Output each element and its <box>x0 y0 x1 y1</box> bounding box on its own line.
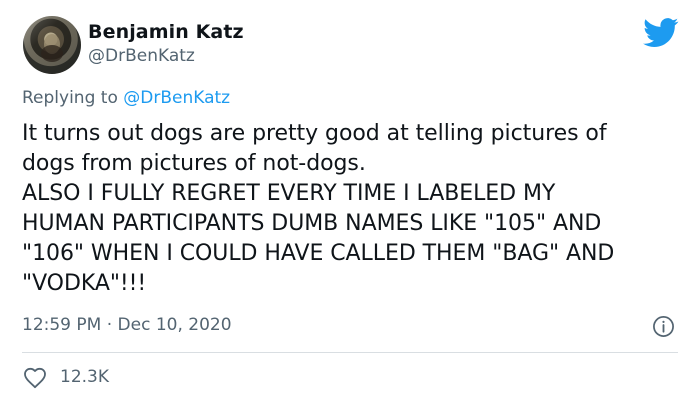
like-count[interactable]: 12.3K <box>60 366 109 388</box>
info-circle-icon[interactable] <box>652 315 675 338</box>
twitter-bird-icon[interactable] <box>643 18 679 48</box>
tweet-date[interactable]: Dec 10, 2020 <box>118 315 232 335</box>
tweet-text-line: It turns out dogs are pretty good at tel… <box>22 121 607 146</box>
tweet-time[interactable]: 12:59 PM <box>22 315 101 335</box>
avatar-shading <box>23 16 81 74</box>
tweet-text-line: dogs from pictures of not-dogs. <box>22 151 366 176</box>
heart-outline-icon[interactable] <box>23 367 47 389</box>
tweet-text: It turns out dogs are pretty good at tel… <box>22 119 677 299</box>
reply-handle-link[interactable]: @DrBenKatz <box>123 88 230 108</box>
tweet-card: Benjamin Katz @DrBenKatz Replying to @Dr… <box>0 0 700 406</box>
tweet-text-line: ALSO I FULLY REGRET EVERY TIME I LABELED… <box>22 181 556 206</box>
author-handle[interactable]: @DrBenKatz <box>88 45 195 67</box>
meta-separator: · <box>101 315 118 335</box>
divider <box>22 352 678 353</box>
reply-context: Replying to @DrBenKatz <box>22 87 230 109</box>
reply-prefix: Replying to <box>22 88 124 108</box>
author-name[interactable]: Benjamin Katz <box>88 21 244 44</box>
avatar[interactable] <box>23 16 81 74</box>
tweet-text-line: "106" WHEN I COULD HAVE CALLED THEM "BAG… <box>22 241 615 266</box>
tweet-text-line: HUMAN PARTICIPANTS DUMB NAMES LIKE "105"… <box>22 211 602 236</box>
tweet-text-line: "VODKA"!!! <box>22 271 147 296</box>
tweet-meta: 12:59 PM · Dec 10, 2020 <box>22 314 232 336</box>
